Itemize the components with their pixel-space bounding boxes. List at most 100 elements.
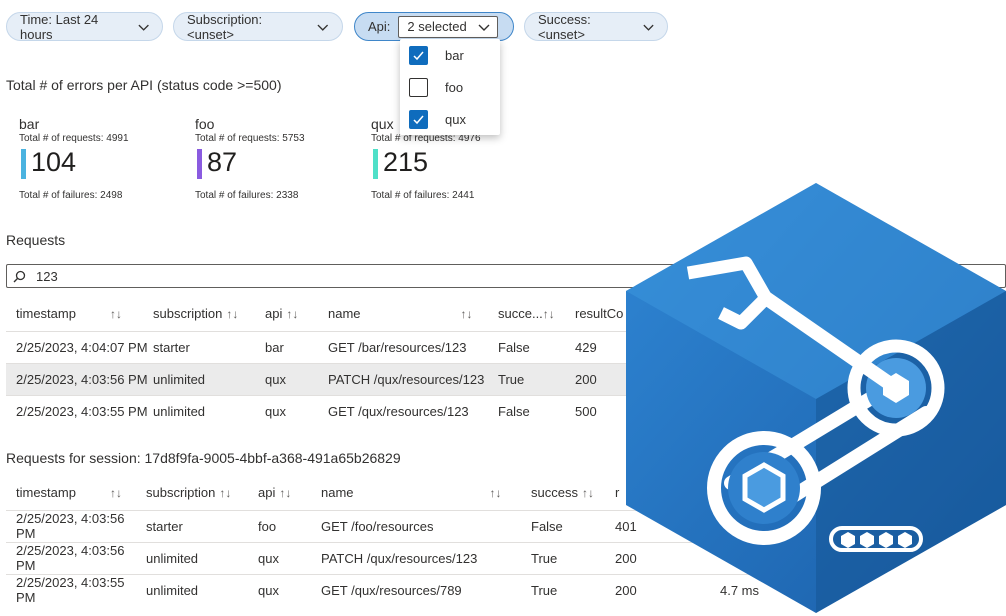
cell-subscription: starter (146, 509, 258, 542)
tile-requests: Total # of requests: 5753 (195, 133, 305, 144)
cell-success: False (498, 394, 575, 427)
cell-subscription: unlimited (153, 394, 265, 427)
chevron-down-icon (317, 24, 329, 31)
tile-failures: Total # of failures: 2441 (371, 190, 475, 201)
tile-failures: Total # of failures: 2498 (19, 190, 123, 201)
cell-success: True (498, 362, 575, 395)
sort-icon[interactable]: ↑↓ (279, 486, 291, 500)
table-row[interactable]: 2/25/2023, 4:03:56 PM unlimited qux PATC… (6, 362, 646, 395)
column-header-success[interactable]: success ↑↓ (531, 476, 615, 510)
cell-timestamp: 2/25/2023, 4:03:56 PM (6, 541, 146, 574)
tile-color-bar (21, 149, 26, 179)
api-option-label: qux (445, 111, 466, 127)
sort-icon[interactable]: ↑↓ (219, 486, 231, 500)
tile-color-bar (197, 149, 202, 179)
cell-name: PATCH /qux/resources/123 (321, 541, 531, 574)
api-tile-bar: bar Total # of requests: 4991 104 Total … (6, 116, 176, 206)
cell-api: qux (258, 541, 321, 574)
success-filter-label: Success: <unset> (538, 11, 591, 42)
column-header-subscription[interactable]: subscription ↑↓ (146, 476, 258, 510)
api-option-bar[interactable]: bar (400, 39, 500, 71)
api-filter-label: Api: (368, 19, 391, 34)
search-icon (13, 270, 26, 282)
cell-subscription: unlimited (146, 573, 258, 606)
chevron-down-icon (478, 24, 490, 31)
tile-name: qux (371, 116, 394, 132)
cell-name: GET /qux/resources/789 (321, 573, 531, 606)
errors-section-title: Total # of errors per API (status code >… (6, 77, 282, 93)
cell-api: qux (258, 573, 321, 606)
cell-api: bar (265, 330, 328, 363)
column-header-timestamp[interactable]: timestamp ↑↓ (6, 297, 153, 331)
api-option-qux[interactable]: qux (400, 103, 500, 135)
cell-success: False (531, 509, 615, 542)
cell-success: True (531, 573, 615, 606)
cell-timestamp: 2/25/2023, 4:04:07 PM (6, 330, 153, 363)
cell-timestamp: 2/25/2023, 4:03:55 PM (6, 394, 153, 427)
column-header-name[interactable]: name ↑↓ (321, 476, 531, 510)
table-row[interactable]: 2/25/2023, 4:03:55 PM unlimited qux GET … (6, 394, 646, 427)
column-header-subscription[interactable]: subscription ↑↓ (153, 297, 265, 331)
sort-icon[interactable]: ↑↓ (286, 307, 298, 321)
subscription-filter-pill[interactable]: Subscription: <unset> (173, 11, 343, 42)
cell-name: GET /qux/resources/123 (328, 394, 498, 427)
sort-icon[interactable]: ↑↓ (461, 307, 473, 321)
column-header-api[interactable]: api ↑↓ (265, 297, 328, 331)
column-header-success[interactable]: succe...↑↓ (498, 297, 575, 331)
sort-icon[interactable]: ↑↓ (110, 486, 122, 500)
api-tile-foo: foo Total # of requests: 5753 87 Total #… (182, 116, 352, 206)
tile-requests: Total # of requests: 4991 (19, 133, 129, 144)
api-filter-pill[interactable]: Api: 2 selected (354, 12, 514, 41)
table-header: timestamp ↑↓ subscription ↑↓ api ↑↓ name ↑↓ … (6, 297, 646, 331)
requests-table: timestamp ↑↓ subscription ↑↓ api ↑↓ name ↑↓ … (6, 297, 646, 427)
cell-subscription: starter (153, 330, 265, 363)
cell-subscription: unlimited (146, 541, 258, 574)
cell-name: GET /foo/resources (321, 509, 531, 542)
api-robot-logo (626, 183, 1006, 613)
time-filter-label: Time: Last 24 hours (20, 11, 99, 42)
tile-failures: Total # of failures: 2338 (195, 190, 299, 201)
tile-name: bar (19, 116, 40, 132)
column-header-name[interactable]: name ↑↓ (328, 297, 498, 331)
api-select[interactable]: 2 selected (398, 15, 499, 38)
cell-subscription: unlimited (153, 362, 265, 395)
cell-api: qux (265, 362, 328, 395)
tile-name: foo (195, 116, 215, 132)
success-filter-pill[interactable]: Success: <unset> (524, 11, 668, 42)
chevron-down-icon (138, 24, 149, 31)
api-dropdown-menu: bar foo qux (400, 39, 500, 135)
sort-icon[interactable]: ↑↓ (543, 307, 555, 321)
search-value: 123 (36, 268, 58, 284)
cell-name: GET /bar/resources/123 (328, 330, 498, 363)
api-option-label: bar (445, 47, 464, 63)
cell-api: foo (258, 509, 321, 542)
session-section-title: Requests for session: 17d8f9fa-9005-4bbf… (6, 450, 401, 466)
checkbox-unchecked-icon[interactable] (409, 77, 428, 97)
sort-icon[interactable]: ↑↓ (490, 486, 502, 500)
column-header-api[interactable]: api ↑↓ (258, 476, 321, 510)
cell-timestamp: 2/25/2023, 4:03:56 PM (6, 362, 153, 395)
tile-color-bar (373, 149, 378, 179)
tile-value: 215 (383, 147, 429, 177)
sort-icon[interactable]: ↑↓ (582, 486, 594, 500)
tile-value: 104 (31, 147, 77, 177)
cell-success: True (531, 541, 615, 574)
column-header-timestamp[interactable]: timestamp ↑↓ (6, 476, 146, 510)
time-filter-pill[interactable]: Time: Last 24 hours (6, 11, 163, 42)
chevron-down-icon (643, 24, 654, 31)
cell-name: PATCH /qux/resources/123 (328, 362, 498, 395)
tile-value: 87 (207, 147, 238, 177)
cell-api: qux (265, 394, 328, 427)
requests-section-title: Requests (6, 232, 66, 248)
api-select-value: 2 selected (407, 19, 467, 34)
sort-icon[interactable]: ↑↓ (226, 307, 238, 321)
checkbox-checked-icon[interactable] (409, 45, 428, 65)
cell-timestamp: 2/25/2023, 4:03:56 PM (6, 509, 146, 542)
subscription-filter-label: Subscription: <unset> (187, 11, 263, 42)
cell-success: False (498, 330, 575, 363)
checkbox-checked-icon[interactable] (409, 109, 428, 129)
api-option-foo[interactable]: foo (400, 71, 500, 103)
api-option-label: foo (445, 79, 464, 95)
table-row[interactable]: 2/25/2023, 4:04:07 PM starter bar GET /b… (6, 330, 646, 363)
sort-icon[interactable]: ↑↓ (110, 307, 122, 321)
